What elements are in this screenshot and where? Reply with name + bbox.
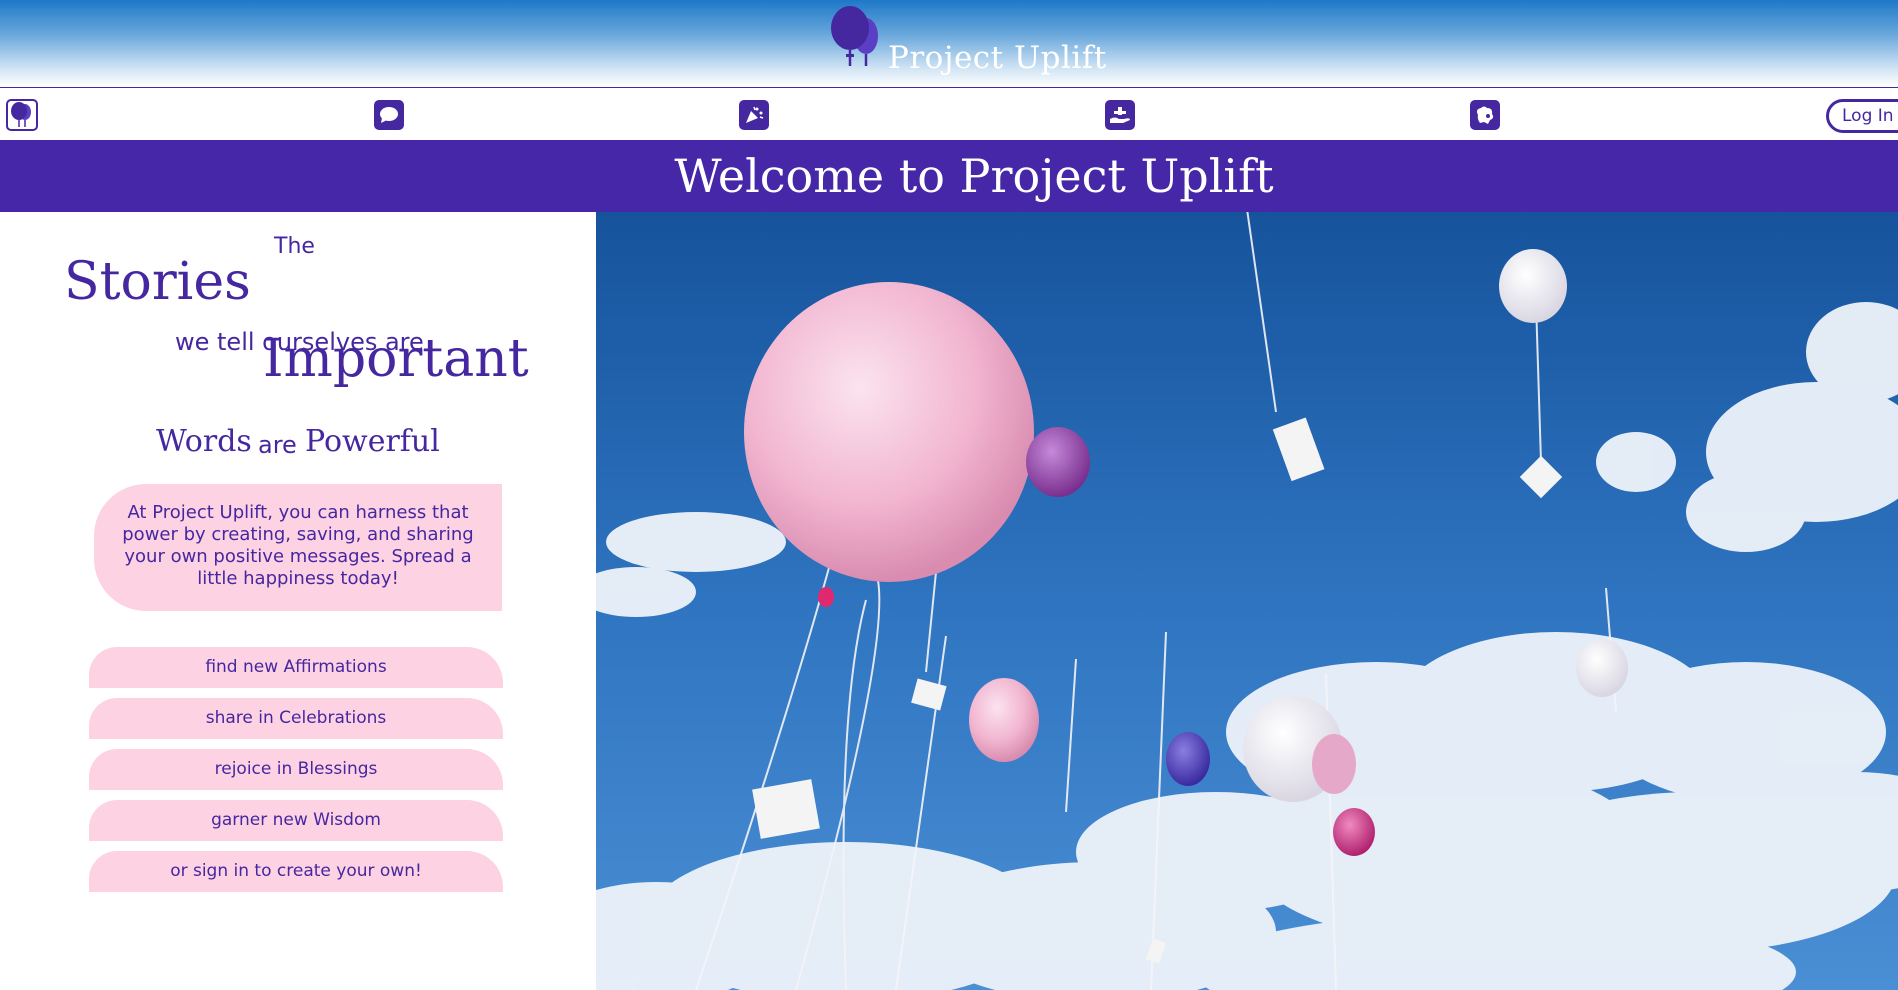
hero-text-panel: The Stories we tell ourselves are Import… bbox=[0, 212, 596, 990]
brand[interactable]: Project Uplift bbox=[828, 6, 1106, 76]
hero-photo bbox=[596, 212, 1898, 990]
nav-celebrations[interactable] bbox=[739, 100, 769, 130]
hero-stories: Stories bbox=[64, 252, 251, 312]
balloon-home-icon bbox=[11, 102, 31, 127]
nav-wisdom[interactable] bbox=[1470, 100, 1500, 130]
nav-bar: Log In bbox=[0, 87, 1898, 140]
nav-home[interactable] bbox=[6, 99, 38, 131]
link-blessings[interactable]: rejoice in Blessings bbox=[89, 749, 503, 790]
balloons-in-sky-photo bbox=[596, 212, 1898, 990]
brain-icon bbox=[1477, 106, 1494, 124]
hero-powerful: Powerful bbox=[305, 424, 440, 459]
welcome-heading: Welcome to Project Uplift bbox=[674, 149, 1274, 203]
hero-words: Words bbox=[156, 424, 252, 459]
hero-important: Important bbox=[263, 329, 529, 389]
link-sign-in[interactable]: or sign in to create your own! bbox=[89, 851, 503, 892]
nav-affirmations[interactable] bbox=[374, 100, 404, 130]
hero-the: The bbox=[274, 234, 315, 259]
party-popper-icon bbox=[746, 106, 764, 123]
site-header: Project Uplift bbox=[0, 0, 1898, 87]
hero-are: are bbox=[258, 431, 297, 459]
welcome-banner: Welcome to Project Uplift bbox=[0, 140, 1898, 212]
nav-blessings[interactable] bbox=[1105, 100, 1135, 130]
giving-hand-icon bbox=[1110, 107, 1130, 123]
site-title: Project Uplift bbox=[888, 40, 1107, 76]
balloons-logo-icon bbox=[831, 6, 878, 66]
link-wisdom[interactable]: garner new Wisdom bbox=[89, 800, 503, 841]
link-celebrations[interactable]: share in Celebrations bbox=[89, 698, 503, 739]
link-affirmations[interactable]: find new Affirmations bbox=[89, 647, 503, 688]
intro-text: At Project Uplift, you can harness that … bbox=[94, 484, 502, 611]
speech-bubble-icon bbox=[380, 107, 398, 123]
login-button[interactable]: Log In bbox=[1826, 99, 1898, 133]
